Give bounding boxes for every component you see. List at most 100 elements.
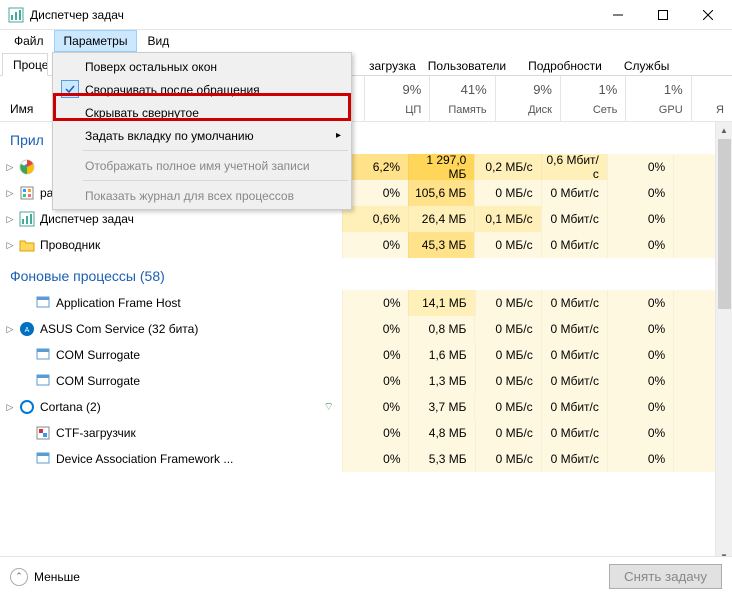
process-icon: A	[18, 321, 36, 337]
cpu-cell: 0%	[342, 342, 408, 368]
dd-separator	[83, 180, 348, 181]
cpu-cell: 0%	[342, 446, 408, 472]
tab-processes[interactable]: Проце	[2, 53, 48, 76]
options-dropdown: Поверх остальных окон Сворачивать после …	[52, 52, 352, 210]
process-name: Application Frame Host	[56, 296, 342, 310]
vertical-scrollbar[interactable]: ▲ ▼	[715, 122, 732, 565]
cpu-cell: 0%	[342, 316, 408, 342]
process-row[interactable]: CTF-загрузчик0%4,8 МБ0 МБ/с0 Мбит/с0%	[0, 420, 715, 446]
header-disk[interactable]: 9%Диск	[495, 76, 560, 121]
dd-show-full-account: Отображать полное имя учетной записи	[55, 154, 349, 177]
dd-set-default-tab[interactable]: Задать вкладку по умолчанию	[55, 124, 349, 147]
process-icon	[34, 347, 52, 363]
extra-cell	[673, 316, 715, 342]
close-button[interactable]	[685, 0, 730, 29]
header-cpu[interactable]: 9%ЦП	[364, 76, 429, 121]
tab-startup[interactable]: загрузка	[358, 54, 417, 76]
disk-cell: 0,1 МБ/с	[474, 206, 540, 232]
minimize-button[interactable]	[595, 0, 640, 29]
header-memory[interactable]: 41%Память	[429, 76, 494, 121]
extra-cell	[673, 368, 715, 394]
gpu-cell: 0%	[607, 206, 673, 232]
gpu-cell: 0%	[607, 342, 673, 368]
header-extra[interactable]: Я	[691, 76, 732, 121]
memory-cell: 1,3 МБ	[408, 368, 474, 394]
process-name: Проводник	[40, 238, 342, 252]
scroll-up-icon[interactable]: ▲	[716, 122, 732, 139]
tab-details[interactable]: Подробности	[517, 54, 613, 76]
gpu-cell: 0%	[607, 446, 673, 472]
gpu-cell: 0%	[607, 154, 673, 180]
extra-cell	[673, 232, 715, 258]
dd-separator	[83, 150, 348, 151]
scroll-thumb[interactable]	[718, 139, 731, 309]
disk-cell: 0 МБ/с	[475, 290, 541, 316]
memory-cell: 0,8 МБ	[408, 316, 474, 342]
cpu-cell: 0%	[342, 394, 408, 420]
header-network[interactable]: 1%Сеть	[560, 76, 625, 121]
title-bar: Диспетчер задач	[0, 0, 732, 30]
extra-cell	[673, 206, 715, 232]
network-cell: 0 Мбит/с	[541, 206, 607, 232]
fewer-details-button[interactable]: ⌃ Меньше	[10, 568, 80, 586]
menu-file[interactable]: Файл	[4, 30, 54, 52]
process-icon	[18, 185, 36, 201]
process-row[interactable]: ▷AASUS Com Service (32 бита)0%0,8 МБ0 МБ…	[0, 316, 715, 342]
gpu-cell: 0%	[607, 232, 673, 258]
network-cell: 0 Мбит/с	[541, 290, 607, 316]
dd-minimize-label: Сворачивать после обращения	[85, 83, 260, 97]
extra-cell	[673, 420, 715, 446]
gpu-cell: 0%	[607, 316, 673, 342]
expand-icon[interactable]: ▷	[2, 324, 18, 335]
check-icon	[61, 80, 79, 98]
disk-cell: 0 МБ/с	[475, 342, 541, 368]
process-name: Cortana (2)	[40, 400, 323, 414]
expand-icon[interactable]: ▷	[2, 188, 18, 199]
extra-cell	[673, 342, 715, 368]
disk-cell: 0 МБ/с	[474, 394, 540, 420]
maximize-button[interactable]	[640, 0, 685, 29]
disk-cell: 0 МБ/с	[474, 180, 540, 206]
process-row[interactable]: Application Frame Host0%14,1 МБ0 МБ/с0 М…	[0, 290, 715, 316]
disk-cell: 0 МБ/с	[475, 446, 541, 472]
expand-icon[interactable]: ▷	[2, 162, 18, 173]
expand-icon[interactable]: ▷	[2, 402, 18, 413]
svg-text:A: A	[25, 327, 30, 334]
process-name: Device Association Framework ...	[56, 452, 342, 466]
cpu-cell: 0%	[342, 232, 408, 258]
memory-cell: 1,6 МБ	[408, 342, 474, 368]
dd-always-on-top[interactable]: Поверх остальных окон	[55, 55, 349, 78]
header-gpu[interactable]: 1%GPU	[625, 76, 690, 121]
process-row[interactable]: COM Surrogate0%1,3 МБ0 МБ/с0 Мбит/с0%	[0, 368, 715, 394]
dd-show-history: Показать журнал для всех процессов	[55, 184, 349, 207]
menu-view[interactable]: Вид	[137, 30, 179, 52]
expand-icon[interactable]: ▷	[2, 214, 18, 225]
app-icon	[8, 7, 24, 23]
process-name: COM Surrogate	[56, 374, 342, 388]
cpu-cell: 0%	[342, 290, 408, 316]
network-cell: 0 Мбит/с	[541, 368, 607, 394]
memory-cell: 14,1 МБ	[408, 290, 474, 316]
process-row[interactable]: Device Association Framework ...0%5,3 МБ…	[0, 446, 715, 472]
process-icon	[18, 159, 36, 175]
process-name: COM Surrogate	[56, 348, 342, 362]
process-icon	[18, 211, 36, 227]
extra-cell	[673, 180, 715, 206]
menu-bar: Файл Параметры Вид	[0, 30, 732, 52]
menu-options[interactable]: Параметры	[54, 30, 138, 52]
process-row[interactable]: ▷Cortana (2)⌔0%3,7 МБ0 МБ/с0 Мбит/с0%	[0, 394, 715, 420]
window-title: Диспетчер задач	[30, 8, 595, 22]
memory-cell: 1 297,0 МБ	[408, 154, 474, 180]
process-row[interactable]: ▷Проводник0%45,3 МБ0 МБ/с0 Мбит/с0%	[0, 232, 715, 258]
gpu-cell: 0%	[607, 180, 673, 206]
dd-minimize-on-use[interactable]: Сворачивать после обращения	[55, 78, 349, 101]
tab-services[interactable]: Службы	[613, 54, 680, 76]
dd-hide-when-minimized[interactable]: Скрывать свернутое	[55, 101, 349, 124]
tab-users[interactable]: Пользователи	[417, 54, 517, 76]
process-row[interactable]: COM Surrogate0%1,6 МБ0 МБ/с0 Мбит/с0%	[0, 342, 715, 368]
process-name: ASUS Com Service (32 бита)	[40, 322, 342, 336]
end-task-button[interactable]: Снять задачу	[609, 564, 722, 589]
network-cell: 0 Мбит/с	[541, 394, 607, 420]
expand-icon[interactable]: ▷	[2, 240, 18, 251]
network-cell: 0,6 Мбит/с	[541, 154, 607, 180]
